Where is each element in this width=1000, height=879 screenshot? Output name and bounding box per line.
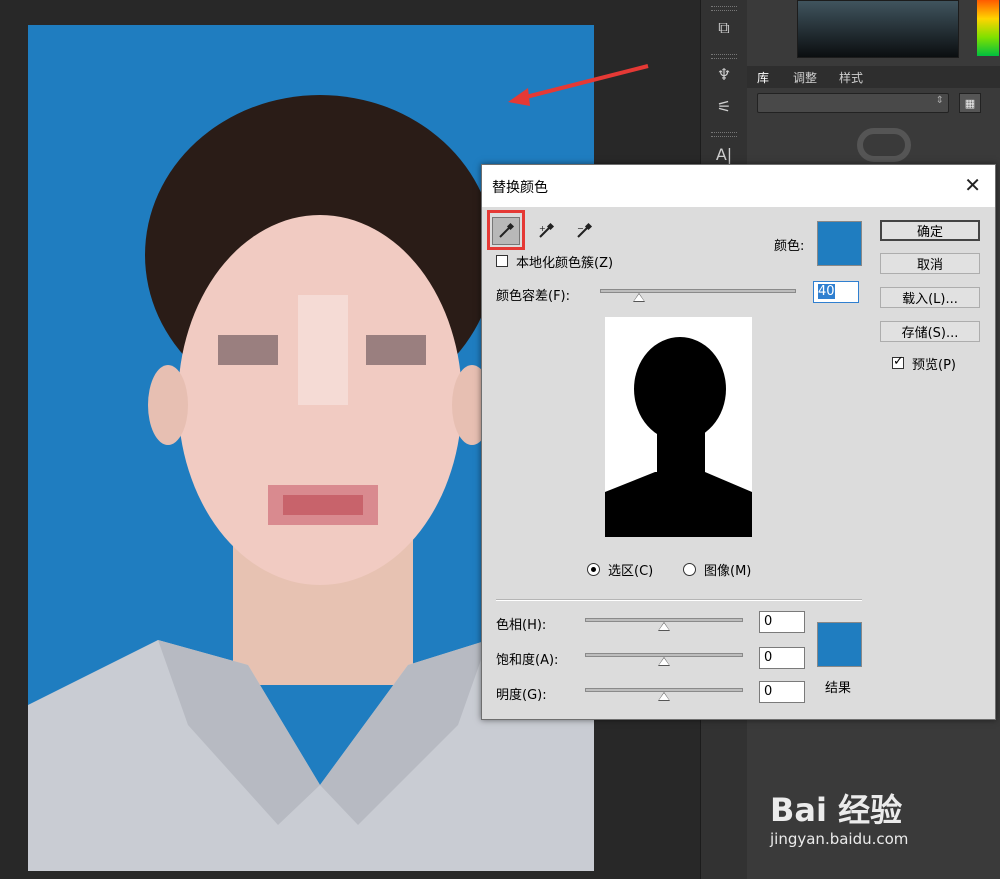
saturation-label: 饱和度(A):: [496, 653, 559, 668]
preview-label: 预览(P): [912, 358, 956, 373]
brush-tool-icon[interactable]: ♆: [710, 60, 738, 88]
image-radio-label: 图像(M): [704, 564, 752, 579]
load-button[interactable]: 载入(L)...: [880, 287, 980, 308]
watermark-sub: jingyan.baidu.com: [770, 830, 909, 848]
result-color-swatch: [817, 622, 862, 667]
panel-tabs: 库 调整 样式: [747, 66, 1000, 88]
tab-adjustments[interactable]: 调整: [793, 69, 817, 86]
selection-radio-label: 选区(C): [608, 564, 654, 579]
lightness-label: 明度(G):: [496, 688, 547, 703]
cancel-button[interactable]: 取消: [880, 253, 980, 274]
grip-handle[interactable]: [711, 54, 737, 59]
eyedropper-icon[interactable]: [492, 217, 520, 245]
hue-slider-thumb[interactable]: [658, 622, 670, 631]
eyedropper-minus-icon[interactable]: −: [570, 217, 598, 245]
divider: [496, 599, 862, 601]
result-label: 结果: [825, 681, 852, 696]
dialog-body: + − 本地化颜色簇(Z) 颜色: 颜色容差(F): 40 选区(C) 图像(M…: [482, 207, 995, 719]
color-picker-field[interactable]: [797, 0, 959, 58]
watermark-main: Bai 经验: [770, 791, 903, 829]
tab-library[interactable]: 库: [757, 69, 769, 86]
selection-preview: [605, 317, 752, 537]
localized-clusters-checkbox[interactable]: [496, 255, 508, 267]
svg-text:−: −: [577, 224, 584, 233]
hue-input[interactable]: 0: [759, 611, 805, 633]
saturation-input[interactable]: 0: [759, 647, 805, 669]
preview-checkbox[interactable]: ✓: [892, 354, 904, 369]
brush-settings-icon[interactable]: ⚟: [710, 92, 738, 120]
grid-view-icon[interactable]: ▦: [959, 93, 981, 113]
hue-label: 色相(H):: [496, 618, 547, 633]
color-label: 颜色:: [774, 239, 805, 254]
grip-handle[interactable]: [711, 132, 737, 137]
library-select[interactable]: ⇕: [757, 93, 949, 113]
red-arrow-annotation: [508, 64, 649, 106]
lightness-input[interactable]: 0: [759, 681, 805, 703]
tool-preset-icon[interactable]: ⧉: [710, 14, 738, 42]
close-icon[interactable]: ✕: [964, 173, 981, 197]
fuzziness-slider-thumb[interactable]: [633, 293, 646, 302]
baidu-watermark: Bai 经验 jingyan.baidu.com: [770, 770, 1000, 879]
selected-color-swatch[interactable]: [817, 221, 862, 266]
fuzziness-input[interactable]: 40: [813, 281, 859, 303]
grip-handle[interactable]: [711, 6, 737, 11]
svg-text:+: +: [539, 224, 546, 233]
dialog-titlebar: 替换颜色 ✕: [482, 165, 995, 207]
fuzziness-label: 颜色容差(F):: [496, 289, 571, 304]
image-radio[interactable]: [683, 563, 696, 576]
creative-cloud-icon: [857, 128, 911, 162]
selection-radio[interactable]: [587, 563, 600, 576]
localized-clusters-label: 本地化颜色簇(Z): [516, 256, 614, 271]
ok-button[interactable]: 确定: [880, 220, 980, 241]
save-button[interactable]: 存储(S)...: [880, 321, 980, 342]
checkmark-icon: ✓: [893, 354, 904, 369]
dialog-title: 替换颜色: [492, 180, 548, 196]
tab-styles[interactable]: 样式: [839, 69, 863, 86]
saturation-slider-thumb[interactable]: [658, 657, 670, 666]
eyedropper-plus-icon[interactable]: +: [532, 217, 560, 245]
lightness-slider-thumb[interactable]: [658, 692, 670, 701]
stepper-icon: ⇕: [935, 95, 944, 106]
fuzziness-slider[interactable]: [600, 289, 796, 293]
hue-slider[interactable]: [977, 0, 999, 56]
replace-color-dialog: 替换颜色 ✕ + − 本地化颜色簇(Z) 颜色: 颜色容差(F): 40 选区(…: [481, 164, 996, 720]
